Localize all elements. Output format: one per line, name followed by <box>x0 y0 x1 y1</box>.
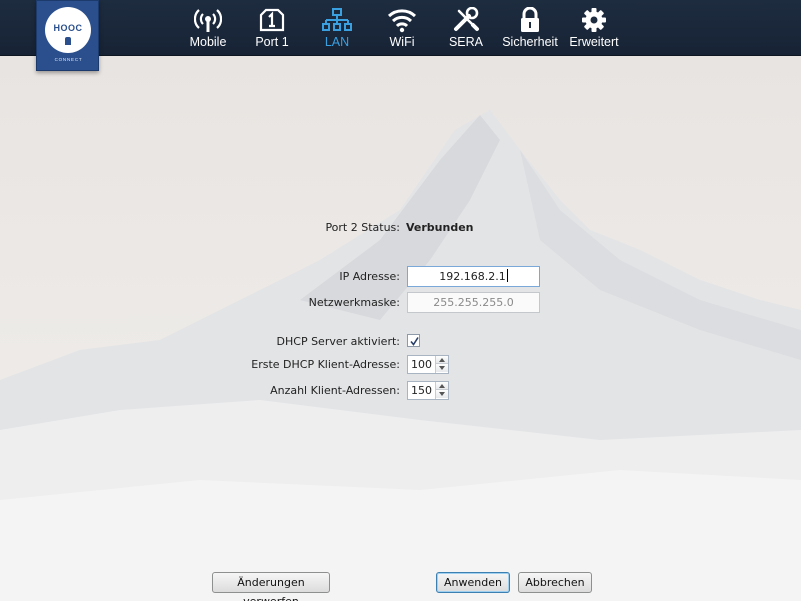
nav-label: SERA <box>448 35 484 49</box>
top-nav-bar: Mobile Port 1 LAN WiFi SERA Sicherheit E… <box>0 0 801 56</box>
client-count-value: 150 <box>411 384 432 397</box>
first-client-label: Erste DHCP Klient-Adresse: <box>251 358 400 371</box>
logo-mark <box>65 37 71 45</box>
nav-label: WiFi <box>389 35 415 49</box>
port-status-label: Port 2 Status: <box>325 221 400 234</box>
dhcp-label: DHCP Server aktiviert: <box>276 335 400 348</box>
spin-down-button[interactable] <box>436 390 448 398</box>
antenna-icon <box>194 9 222 32</box>
hooc-logo: HOOC CONNECT <box>36 0 99 71</box>
logo-text: HOOC <box>53 23 83 33</box>
nav-label: Sicherheit <box>502 35 558 49</box>
logo-subtext: CONNECT <box>54 57 83 62</box>
netmask-input[interactable]: 255.255.255.0 <box>407 292 540 313</box>
checkmark-icon <box>410 337 419 346</box>
first-client-value: 100 <box>411 358 432 371</box>
tools-icon <box>454 7 479 31</box>
discard-changes-button[interactable]: Änderungen verwerfen <box>212 572 330 601</box>
arrow-up-icon <box>439 384 445 388</box>
nav-item-sicherheit[interactable]: Sicherheit <box>500 0 560 56</box>
text-caret <box>506 269 508 282</box>
nav-label: Port 1 <box>255 35 289 49</box>
arrow-down-icon <box>439 392 445 396</box>
nav-item-erweitert[interactable]: Erweitert <box>566 0 622 56</box>
spin-buttons <box>435 356 448 373</box>
spin-buttons <box>435 382 448 399</box>
nav-item-wifi[interactable]: WiFi <box>384 0 420 56</box>
network-tree-icon <box>322 8 352 31</box>
spin-up-button[interactable] <box>436 382 448 390</box>
nav-item-sera[interactable]: SERA <box>447 0 485 56</box>
client-count-label: Anzahl Klient-Adressen: <box>270 384 400 397</box>
port-1-icon <box>259 8 285 32</box>
spin-up-button[interactable] <box>436 356 448 364</box>
nav-item-port-1[interactable]: Port 1 <box>250 0 294 56</box>
logo-circle: HOOC <box>45 7 91 53</box>
client-count-row: Anzahl Klient-Adressen: 150 <box>0 381 801 401</box>
nav-label: Erweitert <box>569 35 619 49</box>
port-status-row: Port 2 Status: Verbunden <box>0 221 801 237</box>
ip-address-label: IP Adresse: <box>339 270 400 283</box>
gear-icon <box>582 8 606 32</box>
client-count-spinbox[interactable]: 150 <box>407 381 449 400</box>
dhcp-row: DHCP Server aktiviert: <box>0 334 801 350</box>
first-client-spinbox[interactable]: 100 <box>407 355 449 374</box>
spin-down-button[interactable] <box>436 364 448 372</box>
nav-item-lan[interactable]: LAN <box>318 0 356 56</box>
lock-icon <box>521 7 539 32</box>
wifi-icon <box>387 9 417 33</box>
netmask-label: Netzwerkmaske: <box>308 296 400 309</box>
arrow-down-icon <box>439 366 445 370</box>
first-client-row: Erste DHCP Klient-Adresse: 100 <box>0 355 801 375</box>
nav-label: LAN <box>324 35 350 49</box>
nav-label: Mobile <box>189 35 227 49</box>
cancel-button[interactable]: Abbrechen <box>518 572 592 593</box>
ip-address-row: IP Adresse: 192.168.2.1 <box>0 266 801 288</box>
dhcp-checkbox[interactable] <box>407 334 420 347</box>
apply-button[interactable]: Anwenden <box>436 572 510 593</box>
netmask-row: Netzwerkmaske: 255.255.255.0 <box>0 292 801 314</box>
ip-address-value: 192.168.2.1 <box>439 270 506 283</box>
nav-item-mobile[interactable]: Mobile <box>183 0 233 56</box>
port-status-value: Verbunden <box>406 221 474 234</box>
ip-address-input[interactable]: 192.168.2.1 <box>407 266 540 287</box>
arrow-up-icon <box>439 358 445 362</box>
